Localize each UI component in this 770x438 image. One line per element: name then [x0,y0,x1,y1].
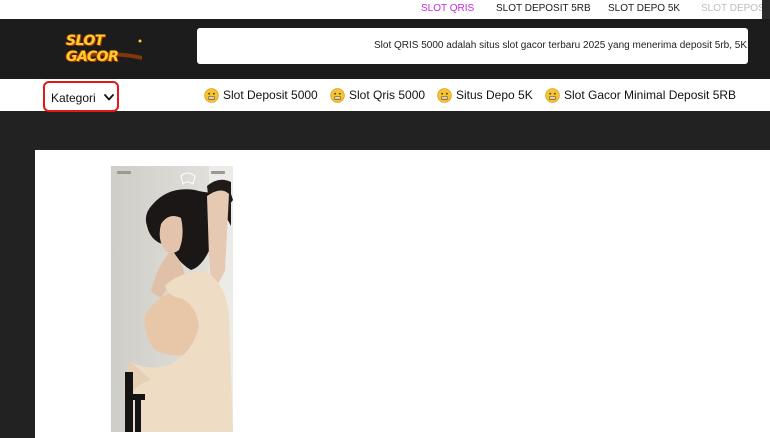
grimace-emoji-icon [545,87,560,103]
grimace-emoji-icon [437,87,452,103]
top-link-slot-depo-5k[interactable]: SLOT DEPO 5K [608,3,680,15]
nav-item-label: Slot Gacor Minimal Deposit 5RB [564,88,737,102]
announcement-marquee: Slot QRIS 5000 adalah situs slot gacor t… [197,28,748,64]
nav-item-label: Slot Qris 5000 [349,88,426,102]
top-link-slot-qris[interactable]: SLOT QRIS [421,3,474,15]
marquee-text: Slot QRIS 5000 adalah situs slot gacor t… [374,40,748,51]
nav-item-situs-depo-5k[interactable]: Situs Depo 5K [437,87,533,103]
kategori-label: Kategori [51,91,96,105]
top-link-slot-deposit-5rb[interactable]: SLOT DEPOSIT 5RB [496,3,591,15]
top-links-bar: SLOT QRIS SLOT DEPOSIT 5RB SLOT DEPO 5K … [0,0,770,19]
chevron-down-icon [104,94,114,101]
nav-item-slot-gacor-minimal-deposit[interactable]: Slot Gacor Minimal Deposit 5RB [545,87,736,103]
featured-photo [111,166,233,432]
nav-item-slot-qris-5000[interactable]: Slot Qris 5000 [330,87,425,103]
site-logo[interactable]: SLOT GACOR [66,33,148,65]
site-header: SLOT GACOR Slot QRIS 5000 adalah situs s… [0,19,770,79]
nav-item-label: Slot Deposit 5000 [223,88,318,102]
nav-item-label: Situs Depo 5K [456,88,533,102]
grimace-emoji-icon [204,87,219,103]
logo-text: SLOT GACOR [66,33,119,65]
nav-item-slot-deposit-5000[interactable]: Slot Deposit 5000 [204,87,318,103]
photo-illustration [111,166,233,432]
top-link-slot-depos[interactable]: SLOT DEPOS [701,3,765,15]
kategori-dropdown[interactable]: Kategori [43,81,119,112]
grimace-emoji-icon [330,87,345,103]
category-nav-bar: Kategori Slot Deposit 5000 Slot Qris 500… [0,79,770,112]
